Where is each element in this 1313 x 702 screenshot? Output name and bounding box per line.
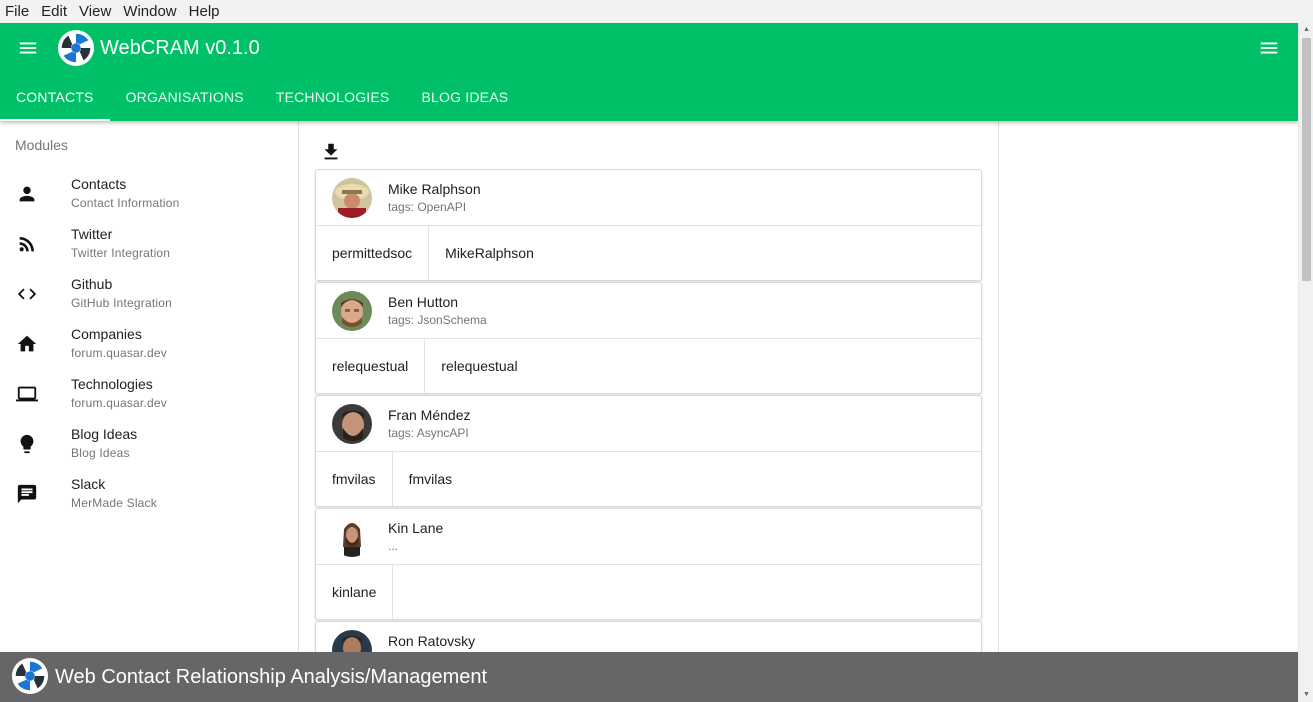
contact-list: Mike Ralphson tags: OpenAPI permittedsoc… [315, 169, 982, 702]
twitter-handle[interactable]: fmvilas [316, 452, 393, 506]
modules-list: Contacts Contact Information Twitter Twi… [0, 171, 298, 521]
contact-links: permittedsoc MikeRalphson [316, 226, 550, 280]
module-label: Slack [71, 476, 106, 492]
module-caption: forum.quasar.dev [71, 396, 167, 410]
github-handle[interactable]: relequestual [425, 339, 533, 393]
contact-name: Kin Lane [388, 520, 444, 536]
contact-tags: tags: AsyncAPI [388, 426, 469, 440]
toolbar: WebCRAM v0.1.0 [0, 23, 1298, 73]
contact-links: fmvilas fmvilas [316, 452, 468, 506]
avatar [332, 291, 372, 331]
person-icon [16, 183, 38, 205]
module-caption: Contact Information [71, 196, 180, 210]
menu-edit[interactable]: Edit [35, 3, 73, 20]
route-tabs: CONTACTS ORGANISATIONS TECHNOLOGIES BLOG… [0, 73, 524, 121]
github-handle[interactable] [393, 565, 425, 619]
github-handle[interactable]: MikeRalphson [429, 226, 550, 280]
app-window: WebCRAM v0.1.0 CONTACTS ORGANISATIONS TE… [0, 23, 1298, 702]
module-label: Twitter [71, 226, 113, 242]
modules-header: Modules [15, 137, 68, 153]
contact-card-header[interactable]: Kin Lane ... [316, 509, 981, 565]
app-header: WebCRAM v0.1.0 CONTACTS ORGANISATIONS TE… [0, 23, 1298, 121]
right-drawer-toggle-button[interactable] [1257, 36, 1281, 60]
hamburger-menu-icon [1260, 42, 1278, 54]
module-label: Technologies [71, 376, 153, 392]
scrollbar-thumb[interactable] [1302, 38, 1311, 281]
window-scrollbar[interactable]: ▲ ▼ [1298, 23, 1313, 702]
module-label: Contacts [71, 176, 127, 192]
tab-contacts[interactable]: CONTACTS [0, 73, 110, 121]
module-item-technologies[interactable]: Technologies forum.quasar.dev [0, 371, 298, 421]
contact-tags: ... [388, 539, 399, 553]
rss-feed-icon [16, 233, 38, 255]
module-label: Blog Ideas [71, 426, 138, 442]
module-item-github[interactable]: Github GitHub Integration [0, 271, 298, 321]
left-drawer-toggle-button[interactable] [16, 36, 40, 60]
contact-card-header[interactable]: Fran Méndez tags: AsyncAPI [316, 396, 981, 452]
contact-tags: tags: JsonSchema [388, 313, 487, 327]
contact-name: Fran Méndez [388, 407, 471, 423]
quasar-logo-icon [11, 657, 49, 695]
contact-card: Mike Ralphson tags: OpenAPI permittedsoc… [315, 169, 982, 281]
home-icon [16, 333, 38, 355]
app-logo [57, 29, 95, 67]
footer-title: Web Contact Relationship Analysis/Manage… [55, 666, 488, 688]
contact-name: Mike Ralphson [388, 181, 481, 197]
module-caption: forum.quasar.dev [71, 346, 167, 360]
contact-links: relequestual relequestual [316, 339, 534, 393]
contact-name: Ben Hutton [388, 294, 459, 310]
module-item-contacts[interactable]: Contacts Contact Information [0, 171, 298, 221]
menu-view[interactable]: View [73, 3, 117, 20]
module-caption: MerMade Slack [71, 496, 157, 510]
hamburger-menu-icon [19, 42, 37, 54]
menu-help[interactable]: Help [183, 3, 226, 20]
menu-file[interactable]: File [0, 3, 35, 20]
module-caption: Twitter Integration [71, 246, 171, 260]
scroll-up-icon[interactable]: ▲ [1299, 24, 1313, 36]
twitter-handle[interactable]: relequestual [316, 339, 426, 393]
contact-card-header[interactable]: Ben Hutton tags: JsonSchema [316, 283, 981, 339]
module-item-blog-ideas[interactable]: Blog Ideas Blog Ideas [0, 421, 298, 471]
menu-bar: File Edit View Window Help [0, 0, 1313, 23]
contact-card-header[interactable]: Mike Ralphson tags: OpenAPI [316, 170, 981, 226]
module-label: Companies [71, 326, 142, 342]
tab-technologies[interactable]: TECHNOLOGIES [260, 73, 406, 121]
module-item-companies[interactable]: Companies forum.quasar.dev [0, 321, 298, 371]
modules-drawer: Modules Contacts Contact Information Twi… [0, 121, 299, 702]
avatar [332, 404, 372, 444]
contact-links: kinlane [316, 565, 425, 619]
quasar-logo-icon [57, 29, 95, 67]
scroll-down-icon[interactable]: ▼ [1299, 689, 1313, 701]
module-caption: Blog Ideas [71, 446, 130, 460]
contacts-page: Mike Ralphson tags: OpenAPI permittedsoc… [299, 121, 999, 702]
menu-window[interactable]: Window [117, 3, 182, 20]
app-footer: Web Contact Relationship Analysis/Manage… [0, 652, 1298, 702]
tab-organisations[interactable]: ORGANISATIONS [110, 73, 260, 121]
download-icon [324, 143, 338, 160]
download-button[interactable] [320, 141, 342, 163]
twitter-handle[interactable]: permittedsoc [316, 226, 430, 280]
contact-card: Fran Méndez tags: AsyncAPI fmvilas fmvil… [315, 395, 982, 507]
tab-blog-ideas[interactable]: BLOG IDEAS [405, 73, 524, 121]
contact-card: Kin Lane ... kinlane [315, 508, 982, 620]
lightbulb-icon [16, 433, 38, 455]
module-item-twitter[interactable]: Twitter Twitter Integration [0, 221, 298, 271]
twitter-handle[interactable]: kinlane [316, 565, 394, 619]
module-caption: GitHub Integration [71, 296, 172, 310]
footer-logo [11, 657, 49, 695]
laptop-icon [16, 383, 38, 405]
module-label: Github [71, 276, 113, 292]
module-item-slack[interactable]: Slack MerMade Slack [0, 471, 298, 521]
github-handle[interactable]: fmvilas [393, 452, 469, 506]
app-title: WebCRAM v0.1.0 [100, 37, 260, 59]
contact-tags: tags: OpenAPI [388, 200, 467, 214]
avatar [332, 178, 372, 218]
chat-icon [16, 483, 38, 505]
avatar [332, 517, 372, 557]
code-icon [16, 283, 38, 305]
contact-card: Ben Hutton tags: JsonSchema relequestual… [315, 282, 982, 394]
contact-name: Ron Ratovsky [388, 633, 476, 649]
